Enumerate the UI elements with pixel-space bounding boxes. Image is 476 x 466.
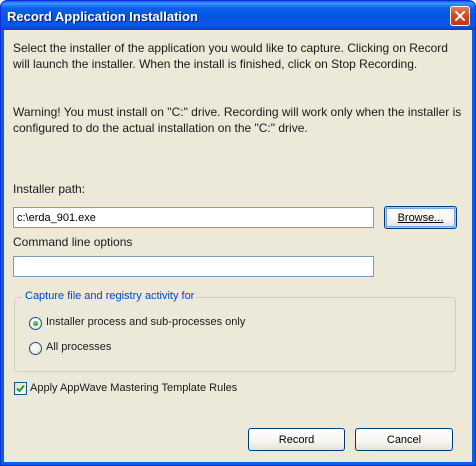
command-line-label: Command line options bbox=[13, 235, 133, 249]
apply-mastering-label[interactable]: Apply AppWave Mastering Template Rules bbox=[30, 382, 237, 394]
close-icon bbox=[455, 11, 465, 21]
record-installation-dialog: Record Application Installation Select t… bbox=[0, 0, 476, 466]
window-title: Record Application Installation bbox=[7, 9, 198, 24]
installer-path-input[interactable] bbox=[13, 207, 374, 228]
checkmark-icon bbox=[16, 384, 25, 393]
radio-all-processes-label[interactable]: All processes bbox=[46, 341, 111, 353]
browse-label: Browse... bbox=[397, 211, 444, 224]
record-button[interactable]: Record bbox=[248, 428, 345, 451]
dialog-body: Select the installer of the application … bbox=[4, 30, 472, 462]
radio-installer-process-only[interactable] bbox=[29, 317, 42, 330]
apply-mastering-checkbox[interactable] bbox=[14, 382, 27, 395]
capture-activity-group: Capture file and registry activity for I… bbox=[14, 290, 456, 372]
browse-button[interactable]: Browse... bbox=[384, 206, 457, 229]
radio-selected-icon bbox=[33, 321, 38, 326]
warning-text: Warning! You must install on "C:" drive.… bbox=[13, 105, 462, 135]
command-line-input[interactable] bbox=[13, 256, 374, 277]
title-bar[interactable]: Record Application Installation bbox=[1, 1, 475, 30]
close-button[interactable] bbox=[450, 6, 470, 26]
installer-path-label: Installer path: bbox=[13, 182, 86, 196]
cancel-button[interactable]: Cancel bbox=[355, 428, 453, 451]
instructions-text: Select the installer of the application … bbox=[13, 41, 448, 71]
radio-all-processes[interactable] bbox=[29, 342, 42, 355]
capture-group-title: Capture file and registry activity for bbox=[23, 290, 197, 302]
radio-installer-process-only-label[interactable]: Installer process and sub-processes only bbox=[46, 316, 245, 328]
